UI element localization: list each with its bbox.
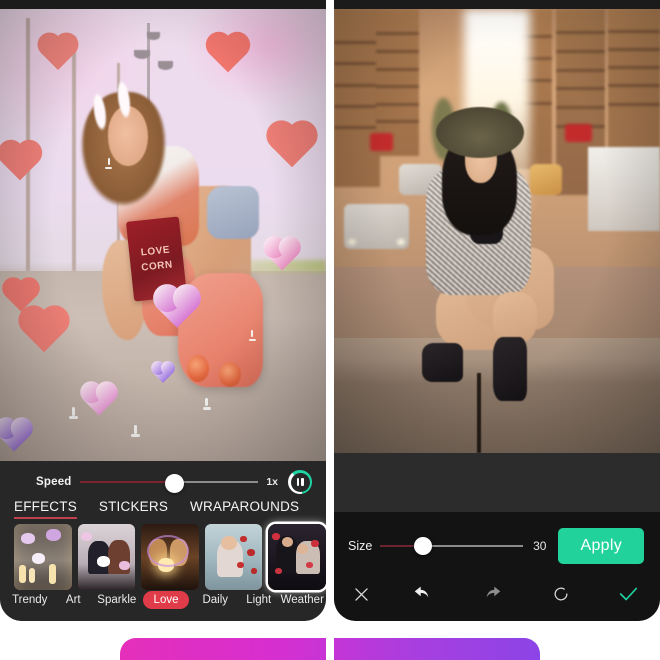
sparkle-thumb[interactable]: [141, 524, 199, 590]
heart-overlay: [0, 420, 30, 452]
screenshot-root: LOVE CORN Speed 1x EFFECTS STICKERS WRAP…: [0, 0, 660, 660]
heart-overlay: [5, 280, 37, 312]
right-photo-preview[interactable]: [334, 9, 660, 453]
left-photo-subject: LOVE CORN: [65, 61, 267, 406]
retouch-editor-panel: Size 30 Apply: [334, 0, 660, 621]
sparkle-overlay: [107, 158, 110, 166]
heart-overlay: [23, 310, 66, 353]
effect-label-art[interactable]: Art: [52, 594, 96, 606]
tab-wraparounds[interactable]: WRAPAROUNDS: [190, 499, 299, 519]
effect-label-daily[interactable]: Daily: [193, 594, 237, 606]
panel-gap: [326, 0, 334, 660]
heart-overlay: [83, 384, 115, 416]
package-line2: CORN: [140, 259, 174, 274]
effect-label-love[interactable]: Love: [142, 591, 190, 609]
art-thumb[interactable]: [77, 524, 136, 590]
size-slider-rest: [423, 545, 524, 547]
sparkle-overlay: [105, 167, 113, 170]
size-label: Size: [348, 539, 373, 553]
trendy-thumb[interactable]: [14, 524, 72, 590]
size-value: 30: [533, 539, 547, 553]
size-slider[interactable]: [380, 537, 524, 555]
effects-editor-panel: LOVE CORN Speed 1x EFFECTS STICKERS WRAP…: [0, 0, 326, 621]
effect-label-trendy[interactable]: Trendy: [8, 594, 52, 606]
effect-label-row: Trendy Art Sparkle Love Daily Light Weat…: [8, 590, 324, 610]
action-icon-row: [334, 574, 660, 614]
effect-label-sparkle[interactable]: Sparkle: [95, 594, 139, 606]
speed-slider-rest: [174, 481, 259, 483]
heart-overlay: [209, 35, 247, 73]
right-control-bar: Size 30 Apply: [334, 512, 660, 621]
sparkle-overlay: [251, 329, 254, 337]
size-control-row: Size 30 Apply: [334, 528, 660, 564]
heart-overlay: [40, 35, 75, 70]
sparkle-overlay: [133, 424, 137, 434]
speed-slider-filled: [79, 481, 175, 483]
size-slider-thumb[interactable]: [414, 537, 433, 555]
effect-label-weather[interactable]: Weather: [281, 594, 325, 606]
right-canvas-backdrop: [334, 453, 660, 512]
traffic-light-icon: [369, 133, 393, 152]
daily-thumb[interactable]: [204, 524, 263, 590]
redo-icon[interactable]: [457, 583, 526, 605]
sparkle-overlay: [69, 415, 79, 419]
confirm-check-icon[interactable]: [596, 583, 660, 605]
speed-value: 1x: [266, 476, 278, 488]
heart-overlay: [157, 287, 197, 328]
effect-thumbnail-strip: [14, 524, 326, 592]
weather-thumb[interactable]: [268, 524, 326, 590]
tab-effects[interactable]: EFFECTS: [14, 499, 77, 519]
street-lamp-icon: [133, 49, 150, 59]
sparkle-overlay: [248, 338, 256, 341]
street-lamp-icon: [146, 31, 160, 40]
car-icon: [343, 204, 409, 249]
heart-overlay: [1, 143, 38, 181]
sparkle-overlay: [71, 406, 75, 416]
heart-overlay: [266, 239, 298, 271]
right-photo-subject: [419, 106, 589, 427]
sparkle-overlay: [205, 397, 209, 406]
building-icon: [334, 9, 380, 187]
speed-slider[interactable]: [79, 474, 259, 493]
tab-stickers[interactable]: STICKERS: [99, 499, 168, 519]
left-control-bar: Speed 1x EFFECTS STICKERS WRAPAROUNDS Tr…: [0, 461, 326, 621]
street-lamp-icon: [158, 60, 174, 70]
reset-icon[interactable]: [527, 584, 596, 604]
truck-icon: [588, 146, 660, 231]
apply-button[interactable]: Apply: [558, 528, 644, 564]
effect-label-light[interactable]: Light: [237, 594, 281, 606]
undo-icon[interactable]: [388, 583, 457, 605]
heart-overlay: [153, 363, 174, 383]
building-icon: [607, 9, 660, 160]
sparkle-overlay: [203, 406, 212, 410]
right-status-bar: [334, 0, 660, 9]
package-line1: LOVE: [140, 245, 171, 260]
close-icon[interactable]: [334, 585, 388, 604]
speed-control-row: Speed 1x: [0, 468, 326, 496]
speed-slider-thumb[interactable]: [165, 474, 185, 493]
left-status-bar: [0, 0, 326, 9]
left-photo-preview[interactable]: LOVE CORN: [0, 9, 326, 461]
pause-icon[interactable]: [288, 470, 312, 494]
editor-tabs: EFFECTS STICKERS WRAPAROUNDS: [14, 497, 326, 521]
sparkle-overlay: [131, 433, 141, 437]
bunny-ears-sticker: [79, 61, 152, 157]
speed-label: Speed: [36, 476, 72, 488]
heart-overlay: [270, 124, 314, 168]
